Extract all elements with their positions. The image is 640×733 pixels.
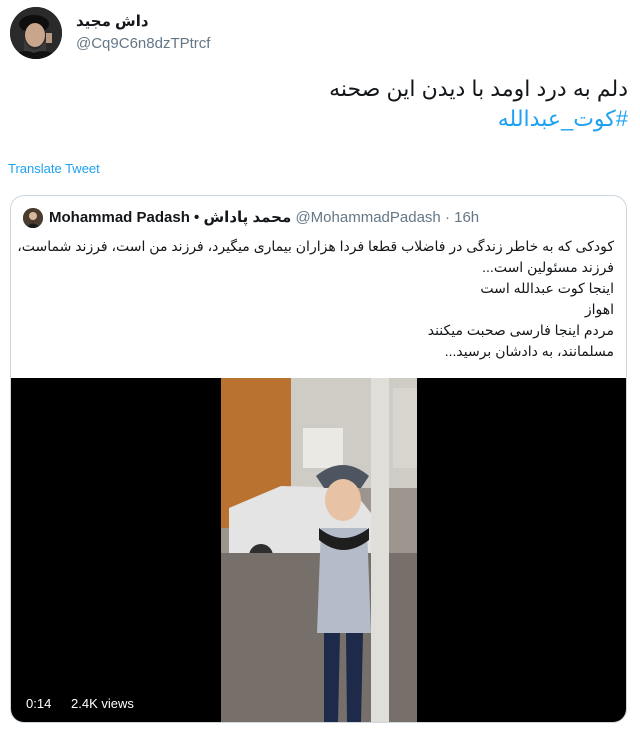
author-name[interactable]: داش مجید bbox=[76, 12, 149, 30]
quoted-author-avatar[interactable] bbox=[23, 208, 43, 228]
video-views: 2.4K views bbox=[66, 694, 139, 714]
quoted-name-en[interactable]: Mohammad Padash bbox=[49, 209, 190, 226]
translate-tweet-link[interactable]: Translate Tweet bbox=[8, 161, 100, 176]
video-player[interactable]: 0:14 2.4K views bbox=[11, 378, 626, 722]
quoted-handle[interactable]: @MohammadPadash bbox=[295, 209, 440, 226]
author-handle[interactable]: @Cq9C6n8dzTPtrcf bbox=[76, 35, 210, 52]
video-frame[interactable] bbox=[221, 378, 417, 722]
video-thumbnail bbox=[221, 378, 417, 722]
tweet-text: دلم به درد اومد با دیدن این صحنه bbox=[329, 76, 628, 101]
quoted-text: کودکی که به خاطر زندگی در فاضلاب قطعا فر… bbox=[17, 236, 614, 362]
quoted-tweet-card[interactable]: Mohammad Padash • محمد پاداش @MohammadPa… bbox=[10, 195, 627, 723]
quoted-text-line: کودکی که به خاطر زندگی در فاضلاب قطعا فر… bbox=[17, 238, 614, 254]
quoted-text-line: فرزند مسئولین است... bbox=[482, 259, 614, 275]
quoted-header: Mohammad Padash • محمد پاداش @MohammadPa… bbox=[49, 208, 479, 226]
avatar-photo bbox=[10, 7, 62, 59]
video-duration: 0:14 bbox=[21, 694, 57, 714]
tweet-hashtag[interactable]: #کوت_عبدالله bbox=[498, 106, 628, 132]
quoted-text-line: اهواز bbox=[584, 301, 614, 317]
quoted-text-line: مردم اینجا فارسی صحبت میکنند bbox=[427, 322, 614, 338]
quoted-text-line: اینجا کوت عبدالله است bbox=[480, 280, 614, 296]
author-avatar[interactable] bbox=[10, 7, 62, 59]
quoted-avatar-photo bbox=[23, 208, 43, 228]
quoted-text-line: مسلمانند، به دادشان برسید... bbox=[444, 343, 614, 359]
quoted-time[interactable]: · 16h bbox=[445, 209, 479, 226]
quoted-name-fa[interactable]: محمد پاداش bbox=[203, 209, 291, 226]
name-separator: • bbox=[194, 209, 200, 226]
